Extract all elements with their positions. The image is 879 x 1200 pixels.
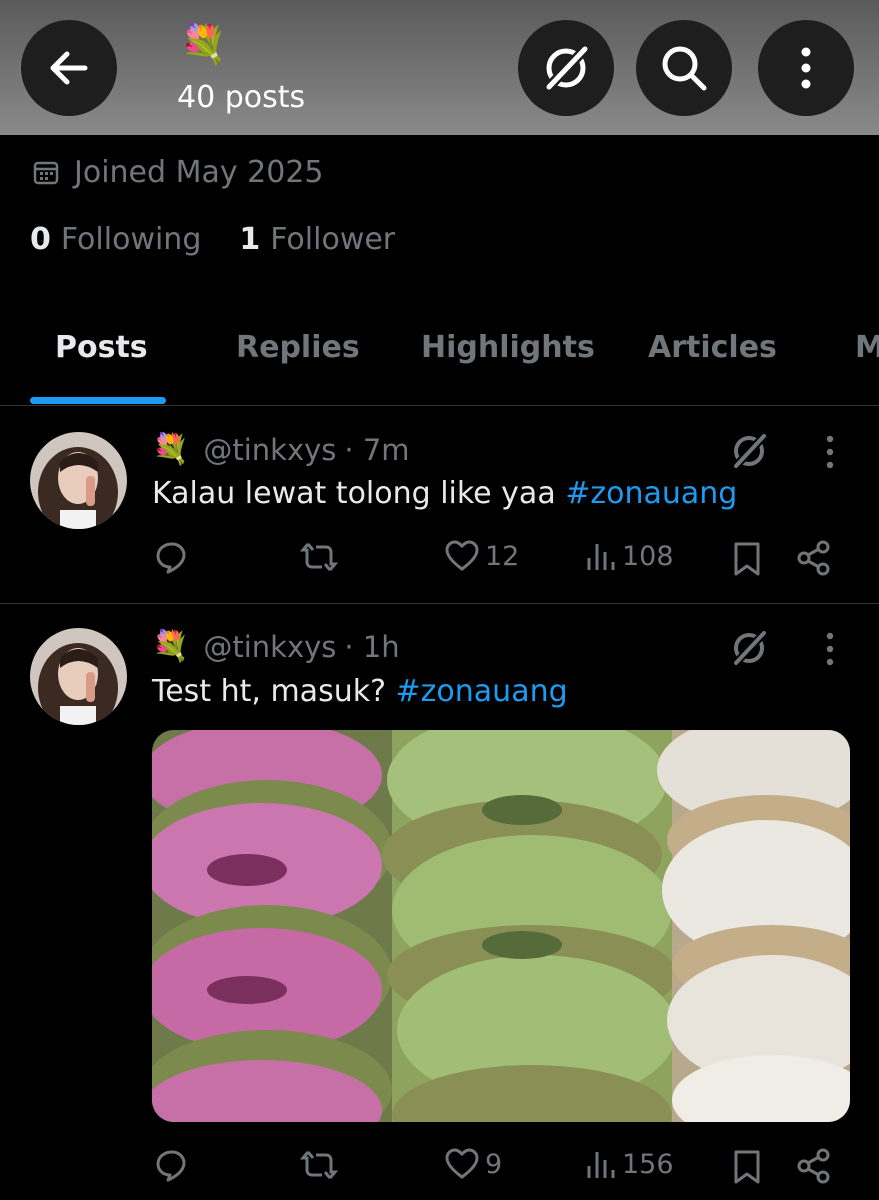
like-count: 9 bbox=[485, 1148, 503, 1180]
following-count: 0 bbox=[30, 222, 51, 257]
bookmark-button[interactable] bbox=[733, 1149, 761, 1185]
share-button[interactable] bbox=[797, 1148, 831, 1184]
bookmark-icon bbox=[734, 1150, 760, 1184]
grok-icon bbox=[731, 431, 769, 471]
tab-highlights[interactable]: Highlights bbox=[421, 330, 595, 365]
search-icon bbox=[662, 46, 707, 91]
post-media-image[interactable] bbox=[152, 730, 850, 1122]
hashtag-link[interactable]: #zonauang bbox=[396, 674, 568, 709]
reply-button[interactable] bbox=[155, 1148, 189, 1182]
heart-icon bbox=[445, 1148, 479, 1179]
calendar-icon bbox=[33, 161, 59, 185]
like-button[interactable]: 9 bbox=[445, 1148, 502, 1180]
tabs-divider bbox=[0, 405, 879, 406]
grok-button[interactable] bbox=[518, 20, 614, 116]
grok-explain-button[interactable] bbox=[728, 430, 770, 476]
author-name-emoji[interactable]: 💐 bbox=[152, 629, 189, 664]
post-text: Kalau lewat tolong like yaa #zonauang bbox=[152, 476, 737, 511]
tab-replies[interactable]: Replies bbox=[236, 330, 360, 365]
repost-button[interactable] bbox=[300, 1148, 338, 1182]
view-count: 108 bbox=[622, 540, 674, 572]
post-time[interactable]: · 1h bbox=[344, 630, 399, 664]
bookmark-icon bbox=[734, 542, 760, 576]
posts-count: 40 posts bbox=[177, 80, 306, 115]
followers-link[interactable]: 1 Follower bbox=[239, 222, 395, 257]
avatar[interactable] bbox=[30, 628, 127, 725]
reply-icon bbox=[156, 542, 186, 574]
post-header: 💐 @tinkxys · 7m bbox=[152, 432, 410, 467]
more-button[interactable] bbox=[758, 20, 854, 116]
repost-icon bbox=[300, 543, 338, 571]
post-header: 💐 @tinkxys · 1h bbox=[152, 629, 400, 664]
profile-header: 💐 40 posts bbox=[0, 0, 879, 135]
more-vertical-icon bbox=[801, 47, 811, 89]
post-actions: 9 156 bbox=[0, 1143, 879, 1193]
views-icon bbox=[587, 1152, 615, 1178]
joined-text: Joined May 2025 bbox=[74, 154, 324, 190]
post-body: Test ht, masuk? bbox=[152, 674, 396, 709]
like-count: 12 bbox=[485, 540, 520, 572]
back-arrow-icon bbox=[50, 51, 88, 85]
followers-count: 1 bbox=[239, 222, 261, 257]
grok-icon bbox=[543, 43, 591, 93]
grok-icon bbox=[731, 628, 769, 668]
post-time[interactable]: · 7m bbox=[344, 433, 409, 467]
following-label: Following bbox=[60, 222, 202, 257]
post-more-button[interactable] bbox=[818, 631, 842, 671]
post-text: Test ht, masuk? #zonauang bbox=[152, 674, 568, 709]
joined-date: Joined May 2025 bbox=[32, 150, 324, 194]
views-button[interactable]: 156 bbox=[586, 1148, 674, 1180]
avatar-photo bbox=[30, 628, 127, 725]
tab-articles[interactable]: Articles bbox=[648, 330, 777, 365]
more-vertical-icon bbox=[826, 435, 834, 469]
views-button[interactable]: 108 bbox=[586, 540, 674, 572]
share-icon bbox=[797, 540, 830, 576]
hashtag-link[interactable]: #zonauang bbox=[565, 476, 737, 511]
back-button[interactable] bbox=[21, 20, 117, 116]
post-more-button[interactable] bbox=[818, 434, 842, 474]
tab-media[interactable]: M bbox=[855, 330, 879, 365]
heart-icon bbox=[445, 540, 479, 571]
active-tab-indicator bbox=[30, 397, 166, 404]
author-handle[interactable]: @tinkxys bbox=[203, 630, 336, 664]
donuts-photo bbox=[152, 730, 850, 1122]
search-button[interactable] bbox=[636, 20, 732, 116]
repost-icon bbox=[300, 1151, 338, 1179]
post-body: Kalau lewat tolong like yaa bbox=[152, 476, 566, 511]
share-icon bbox=[797, 1148, 830, 1184]
profile-name-emoji: 💐 bbox=[180, 22, 228, 66]
like-button[interactable]: 12 bbox=[445, 540, 519, 572]
reply-icon bbox=[156, 1150, 186, 1182]
more-vertical-icon bbox=[826, 632, 834, 666]
following-link[interactable]: 0 Following bbox=[30, 222, 201, 257]
views-icon bbox=[587, 544, 615, 570]
repost-button[interactable] bbox=[300, 540, 338, 574]
tab-posts[interactable]: Posts bbox=[55, 330, 148, 365]
grok-explain-button[interactable] bbox=[728, 627, 770, 673]
avatar[interactable] bbox=[30, 432, 127, 529]
view-count: 156 bbox=[622, 1148, 674, 1180]
reply-button[interactable] bbox=[155, 540, 189, 574]
author-name-emoji[interactable]: 💐 bbox=[152, 432, 189, 467]
author-handle[interactable]: @tinkxys bbox=[203, 433, 336, 467]
share-button[interactable] bbox=[797, 540, 831, 576]
avatar-photo bbox=[30, 432, 127, 529]
post-actions: 12 108 bbox=[0, 535, 879, 585]
follow-stats: 0 Following 1 Follower bbox=[30, 222, 433, 257]
bookmark-button[interactable] bbox=[733, 541, 761, 577]
post-divider bbox=[0, 603, 879, 604]
followers-label: Follower bbox=[270, 222, 396, 257]
